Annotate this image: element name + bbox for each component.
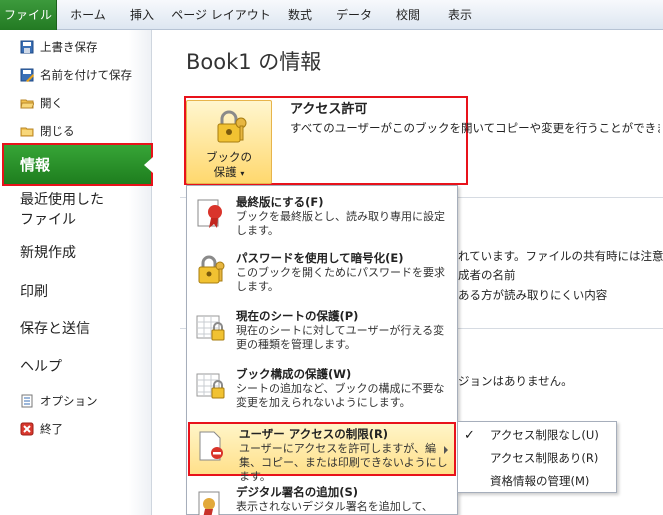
- tab-insert[interactable]: 挿入: [118, 0, 166, 30]
- sheet-lock-icon: [195, 312, 227, 344]
- menu-item-title: パスワードを使用して暗号化(E): [236, 251, 404, 265]
- tab-review[interactable]: 校閲: [384, 0, 432, 30]
- menu-item-title: ユーザー アクセスの制限(R): [239, 427, 389, 441]
- nav-exit[interactable]: 終了: [20, 419, 63, 439]
- nav-print[interactable]: 印刷: [20, 282, 48, 302]
- protect-button-label-1: ブックの: [206, 150, 252, 164]
- permission-description: すべてのユーザーがこのブックを開いてコピーや変更を行うことができます。: [290, 121, 660, 135]
- nav-save-send[interactable]: 保存と送信: [20, 319, 90, 339]
- menu-item-desc: 表示されないデジタル署名を追加して、: [236, 500, 433, 513]
- menu-item-digital-signature[interactable]: デジタル署名の追加(S) 表示されないデジタル署名を追加して、: [187, 484, 457, 515]
- menu-item-title: デジタル署名の追加(S): [236, 485, 359, 499]
- nav-save-label: 上書き保存: [40, 40, 98, 54]
- tab-view[interactable]: 表示: [436, 0, 484, 30]
- info-text-partial-1: れています。ファイルの共有時には注意して: [458, 249, 663, 263]
- nav-save-as[interactable]: 名前を付けて保存: [20, 65, 132, 85]
- submenu-manage-credentials[interactable]: 資格情報の管理(M): [458, 470, 616, 492]
- nav-close[interactable]: 閉じる: [20, 121, 75, 141]
- backstage-nav: 上書き保存 名前を付けて保存 開く 閉じる 情報 最近使用した ファイル 新規作…: [0, 30, 153, 515]
- menu-item-title: 最終版にする(F): [236, 195, 324, 209]
- protect-button-label-2: 保護 ▾: [213, 165, 245, 179]
- info-text-partial-2: 成者の名前: [458, 268, 516, 282]
- submenu-arrow-icon: [444, 446, 448, 454]
- menu-item-desc: このブックを開くためにパスワードを要求します。: [236, 266, 445, 293]
- menu-item-encrypt-password[interactable]: パスワードを使用して暗号化(E) このブックを開くためにパスワードを要求します。: [187, 250, 457, 300]
- submenu-unrestricted[interactable]: ✓ アクセス制限なし(U): [458, 424, 616, 446]
- dropdown-arrow-icon: ▾: [240, 169, 245, 178]
- page-title: Book1 の情報: [186, 50, 322, 74]
- info-text-partial-4: ジョンはありません。: [458, 374, 573, 388]
- nav-new[interactable]: 新規作成: [20, 243, 76, 263]
- nav-options-label: オプション: [40, 394, 98, 408]
- exit-icon: [20, 422, 34, 436]
- final-ribbon-icon: [195, 198, 227, 230]
- nav-exit-label: 終了: [40, 422, 63, 436]
- permission-title: アクセス許可: [290, 102, 368, 117]
- protect-workbook-button[interactable]: ブックの 保護 ▾: [186, 100, 272, 184]
- close-folder-icon: [20, 124, 34, 138]
- nav-save-as-label: 名前を付けて保存: [40, 68, 132, 82]
- menu-item-desc: ユーザーにアクセスを許可しますが、編集、コピー、または印刷できないようにします。: [239, 442, 448, 483]
- ribbon-tab-bar: ファイル ホーム 挿入 ページ レイアウト 数式 データ 校閲 表示: [0, 0, 663, 30]
- options-icon: [20, 394, 34, 408]
- menu-item-protect-sheet[interactable]: 現在のシートの保護(P) 現在のシートに対してユーザーが行える変更の種類を管理し…: [187, 308, 457, 358]
- workbook-lock-icon: [195, 370, 227, 402]
- nav-open-label: 開く: [40, 96, 63, 110]
- submenu-restricted[interactable]: アクセス制限あり(R): [458, 447, 616, 469]
- active-pointer-icon: [144, 157, 153, 173]
- protect-workbook-menu: 最終版にする(F) ブックを最終版とし、読み取り専用に設定します。 パスワードを…: [186, 185, 458, 515]
- nav-save[interactable]: 上書き保存: [20, 37, 98, 57]
- menu-item-title: 現在のシートの保護(P): [236, 309, 359, 323]
- tab-formulas[interactable]: 数式: [276, 0, 324, 30]
- open-folder-icon: [20, 96, 35, 110]
- restrict-access-submenu: ✓ アクセス制限なし(U) アクセス制限あり(R) 資格情報の管理(M): [457, 421, 617, 493]
- tab-home[interactable]: ホーム: [60, 0, 116, 30]
- signature-icon: [195, 488, 227, 515]
- menu-item-restrict-access[interactable]: ユーザー アクセスの制限(R) ユーザーにアクセスを許可しますが、編集、コピー、…: [188, 422, 456, 483]
- tab-data[interactable]: データ: [328, 0, 380, 30]
- menu-item-protect-structure[interactable]: ブック構成の保護(W) シートの追加など、ブックの構成に不要な変更を加えられない…: [187, 366, 457, 416]
- nav-options[interactable]: オプション: [20, 391, 98, 411]
- menu-item-desc: 現在のシートに対してユーザーが行える変更の種類を管理します。: [236, 324, 445, 351]
- save-icon: [20, 40, 34, 54]
- nav-recent-label-1: 最近使用した: [20, 192, 104, 208]
- nav-recent-label-2: ファイル: [20, 212, 76, 228]
- submenu-item-label: アクセス制限なし(U): [490, 428, 599, 442]
- checkmark-icon: ✓: [464, 428, 475, 443]
- submenu-item-label: 資格情報の管理(M): [490, 474, 590, 488]
- tab-file[interactable]: ファイル: [0, 0, 57, 30]
- info-text-partial-3: ある方が読み取りにくい内容: [458, 288, 608, 302]
- nav-info-label: 情報: [20, 156, 51, 174]
- padlock-key-icon: [214, 109, 248, 148]
- save-as-icon: [20, 68, 34, 82]
- restrict-access-icon: [196, 430, 228, 462]
- menu-item-desc: ブックを最終版とし、読み取り専用に設定します。: [236, 210, 445, 237]
- submenu-item-label: アクセス制限あり(R): [490, 451, 599, 465]
- menu-item-mark-final[interactable]: 最終版にする(F) ブックを最終版とし、読み取り専用に設定します。: [187, 194, 457, 244]
- lock-key-icon: [195, 254, 227, 286]
- nav-help[interactable]: ヘルプ: [20, 357, 62, 377]
- tab-page-layout[interactable]: ページ レイアウト: [170, 0, 272, 30]
- nav-open[interactable]: 開く: [20, 93, 63, 113]
- nav-info[interactable]: 情報: [2, 143, 153, 186]
- menu-item-title: ブック構成の保護(W): [236, 367, 352, 381]
- nav-recent[interactable]: 最近使用した ファイル: [20, 190, 104, 230]
- menu-item-desc: シートの追加など、ブックの構成に不要な変更を加えられないようにします。: [236, 382, 445, 409]
- nav-close-label: 閉じる: [40, 124, 75, 138]
